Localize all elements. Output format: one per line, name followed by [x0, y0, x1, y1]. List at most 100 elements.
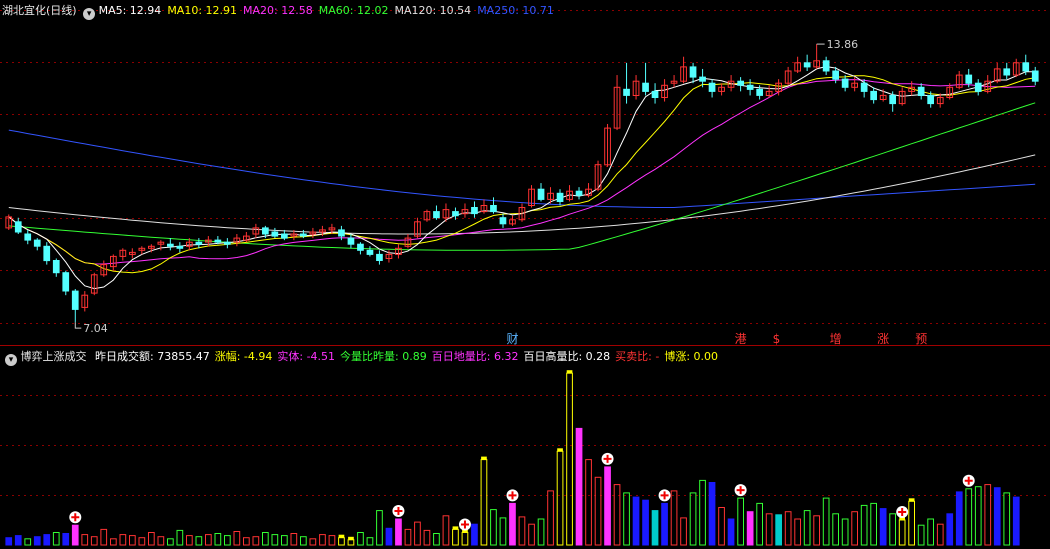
volume-bar: [499, 517, 507, 546]
indicator-stat-list: 昨日成交额: 73855.47 涨幅: -4.94 实体: -4.51 今量比昨量: …: [90, 346, 718, 368]
event-marker: 预: [915, 332, 927, 346]
candle-body: [974, 82, 982, 92]
volume-bar: [442, 515, 450, 546]
candle-body: [43, 245, 51, 262]
volume-bar: [670, 490, 678, 546]
candle-body: [642, 82, 649, 92]
volume-legend: ▾ 博弈上涨成交 昨日成交额: 73855.47 涨幅: -4.94 实体: -4.…: [2, 346, 718, 368]
candle-body: [347, 237, 355, 245]
candle-body: [832, 70, 839, 80]
collapse-icon[interactable]: ▾: [83, 8, 96, 20]
candle-body: [927, 94, 934, 105]
volume-bar: [157, 536, 165, 546]
candle-body: [433, 211, 440, 219]
volume-bar: [575, 427, 583, 546]
candle-body: [471, 207, 478, 215]
candle-body: [281, 233, 288, 239]
volume-bar: [309, 538, 317, 546]
volume-bar: [708, 482, 716, 546]
volume-bar: [965, 488, 973, 546]
volume-bar: [224, 535, 231, 546]
volume-bar: [461, 532, 469, 546]
candle-body: [889, 94, 896, 105]
volume-bar: [984, 484, 992, 546]
volume-bar: [205, 534, 212, 546]
event-marker: $: [773, 332, 781, 346]
volume-bar: [642, 499, 649, 546]
candle-body: [262, 227, 269, 235]
volume-bar-cap: [557, 448, 563, 452]
volume-bar: [613, 484, 621, 546]
candle-body: [195, 241, 203, 245]
volume-bar: [290, 533, 298, 546]
indicator-stat: 昨日成交额: 73855.47: [95, 350, 210, 363]
ma-label: MA120: 10.54: [394, 4, 472, 17]
volume-bar: [784, 511, 792, 546]
candle-body: [746, 84, 754, 90]
indicator-stat: 博涨: 0.00: [664, 350, 719, 363]
volume-bar: [33, 536, 41, 546]
volume-bar: [746, 511, 754, 546]
volume-bar-cap: [348, 536, 354, 540]
volume-bar: [765, 513, 773, 546]
volume-bar: [851, 511, 858, 546]
volume-bar: [518, 516, 526, 546]
candle-body: [357, 243, 364, 251]
volume-bar: [680, 517, 687, 546]
volume-bar: [71, 524, 79, 546]
collapse-icon[interactable]: ▾: [5, 354, 17, 366]
volume-bar: [52, 532, 60, 546]
volume-bar: [822, 497, 830, 546]
volume-bar: [528, 523, 535, 546]
volume-bar: [832, 513, 839, 546]
volume-bar: [775, 514, 782, 546]
volume-bar: [252, 536, 260, 546]
volume-bar: [271, 534, 279, 546]
volume-bar: [376, 510, 383, 546]
volume-bar: [233, 531, 241, 546]
volume-bar: [319, 534, 326, 546]
volume-bar: [138, 537, 146, 546]
ma-label: MA20: 12.58: [243, 4, 313, 17]
candle-body: [224, 241, 231, 245]
volume-bar: [927, 518, 934, 546]
volume-bar: [404, 528, 412, 546]
volume-bar: [547, 490, 554, 546]
price-legend: 湖北宜化(日线) ▾ MA5: 12.94 MA10: 12.91 MA20: 12…: [2, 0, 560, 22]
volume-bar: [946, 513, 954, 546]
volume-bar: [879, 508, 887, 546]
candle-body: [300, 233, 307, 237]
candle-body: [965, 74, 973, 84]
candle-body: [870, 90, 877, 101]
volume-bar: [623, 492, 630, 546]
volume-bar: [490, 509, 497, 546]
candle-body: [623, 88, 630, 96]
candle-body: [537, 188, 545, 200]
volume-bar: [452, 528, 459, 546]
indicator-name: 博弈上涨成交: [20, 350, 87, 363]
volume-bar: [870, 502, 877, 546]
candle-body: [176, 245, 184, 249]
candle-body: [651, 90, 659, 99]
volume-bar: [328, 535, 336, 546]
ma-label: MA60: 12.02: [318, 4, 389, 17]
volume-bar: [81, 534, 89, 546]
volume-bar: [423, 529, 431, 546]
ma-label: MA250: 10.71: [477, 4, 554, 17]
volume-bar: [737, 497, 744, 546]
volume-bar: [90, 536, 98, 546]
volume-bar: [1012, 496, 1020, 546]
candle-body: [556, 192, 564, 203]
volume-bar: [281, 535, 288, 546]
volume-bar: [195, 536, 203, 546]
volume-bar: [338, 537, 345, 546]
volume-bar: [794, 518, 801, 546]
volume-bar: [556, 450, 564, 546]
candle-body: [214, 239, 222, 243]
indicator-stat: 涨幅: -4.94: [214, 350, 273, 363]
indicator-stat: 实体: -4.51: [277, 350, 336, 363]
volume-bar: [803, 510, 811, 546]
chart-canvas[interactable]: 13.86 7.04 财 港 $ 增 涨 预: [0, 0, 1050, 549]
candle-body: [62, 272, 70, 292]
volume-bar: [813, 515, 820, 546]
